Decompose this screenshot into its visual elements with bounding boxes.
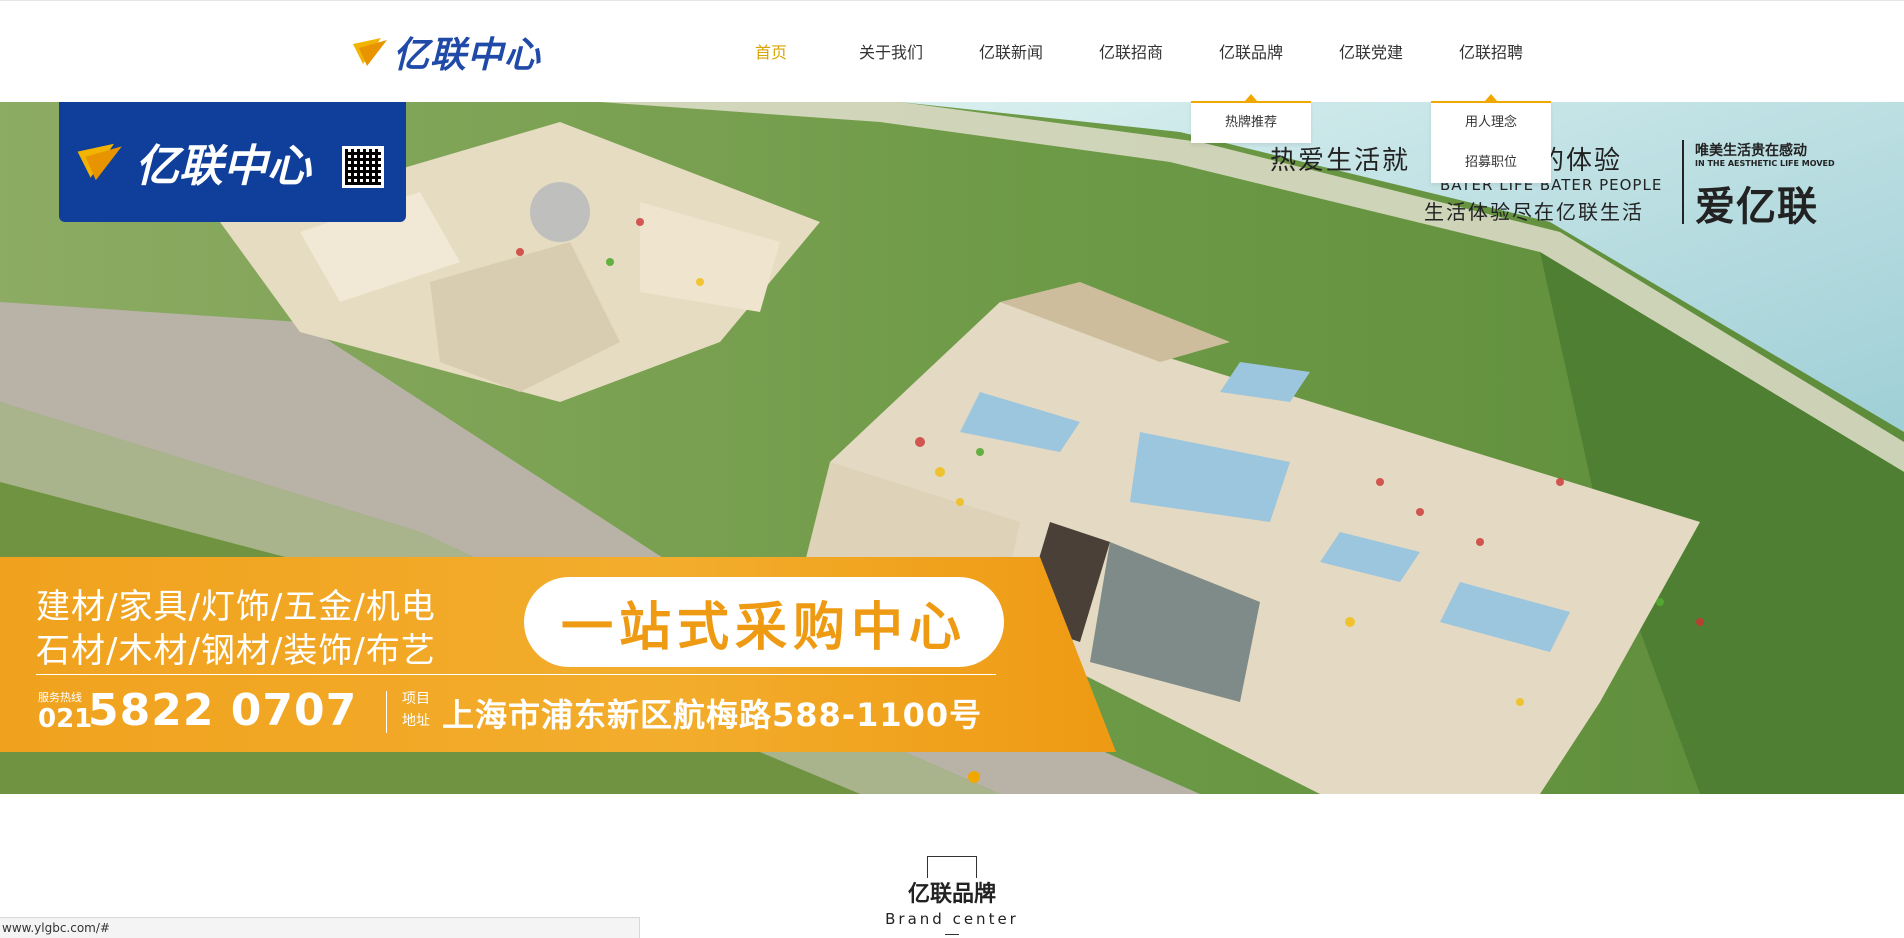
main-nav: 首页 关于我们 亿联新闻 亿联招商 亿联品牌 亿联党建 亿联招聘 xyxy=(0,39,1904,69)
nav-recruit[interactable]: 亿联招聘 xyxy=(1459,39,1523,63)
promo-vertical-divider xyxy=(386,691,387,733)
hotline-label: 服务热线 xyxy=(38,691,82,704)
address-text: 上海市浦东新区航梅路588-1100号 xyxy=(442,696,983,734)
promo-categories-line2: 石材/木材/钢材/装饰/布艺 xyxy=(36,631,436,671)
promo-divider xyxy=(36,674,996,675)
banner-right-big: 爱亿联 xyxy=(1695,183,1818,230)
dropdown-item-job-openings[interactable]: 招募职位 xyxy=(1431,143,1551,183)
banner-slogan-sub: 生活体验尽在亿联生活 xyxy=(1424,200,1644,224)
site-header: 亿联中心 首页 关于我们 亿联新闻 亿联招商 亿联品牌 亿联党建 亿联招聘 xyxy=(0,0,1904,102)
nav-about[interactable]: 关于我们 xyxy=(859,39,923,63)
nav-party[interactable]: 亿联党建 xyxy=(1339,39,1403,63)
banner-logo-badge: 亿联中心 xyxy=(59,102,406,222)
dropdown-brand: 热牌推荐 xyxy=(1191,94,1311,143)
nav-brand[interactable]: 亿联品牌 xyxy=(1219,39,1283,63)
hotline-number: 5822 0707 xyxy=(88,685,358,736)
banner-promo-ribbon: 建材/家具/灯饰/五金/机电 石材/木材/钢材/装饰/布艺 一站式采购中心 服务… xyxy=(0,557,1116,752)
banner-logo-text: 亿联中心 xyxy=(135,141,311,192)
logo-wing-icon xyxy=(77,143,122,181)
nav-home[interactable]: 首页 xyxy=(755,39,787,63)
dropdown-recruit: 用人理念 招募职位 xyxy=(1431,94,1551,183)
banner-right-en: IN THE AESTHETIC LIFE MOVED xyxy=(1695,159,1835,168)
banner-slogan-main: 热爱生活就 xyxy=(1270,146,1411,176)
status-bar-url: www.ylgbc.com/# xyxy=(0,917,640,938)
slogan-divider xyxy=(1682,140,1684,224)
nav-news[interactable]: 亿联新闻 xyxy=(979,39,1043,63)
promo-pill-text: 一站式采购中心 xyxy=(560,597,967,658)
promo-categories-line1: 建材/家具/灯饰/五金/机电 xyxy=(36,587,436,627)
nav-investment[interactable]: 亿联招商 xyxy=(1099,39,1163,63)
section-title: 亿联品牌 xyxy=(907,882,996,907)
section-heading-decoration xyxy=(927,856,977,878)
hero-banner[interactable]: 亿联中心 热爱生活就 好的体验 BATER LIFE BATER PEOPLE … xyxy=(0,102,1904,794)
section-heading-tail xyxy=(945,934,959,938)
banner-right-top: 唯美生活贵在感动 xyxy=(1695,143,1807,159)
dropdown-item-hiring-philosophy[interactable]: 用人理念 xyxy=(1431,103,1551,143)
hotline-area-code: 021 xyxy=(38,704,93,734)
address-label: 项目地址 xyxy=(402,691,430,729)
promo-pill: 一站式采购中心 xyxy=(524,577,1004,667)
slider-dot-active[interactable] xyxy=(968,771,980,783)
qr-code-icon xyxy=(342,146,384,188)
page: 亿联中心 首页 关于我们 亿联新闻 亿联招商 亿联品牌 亿联党建 亿联招聘 亿联… xyxy=(0,0,1904,938)
dropdown-item-hot-brands[interactable]: 热牌推荐 xyxy=(1191,103,1311,143)
